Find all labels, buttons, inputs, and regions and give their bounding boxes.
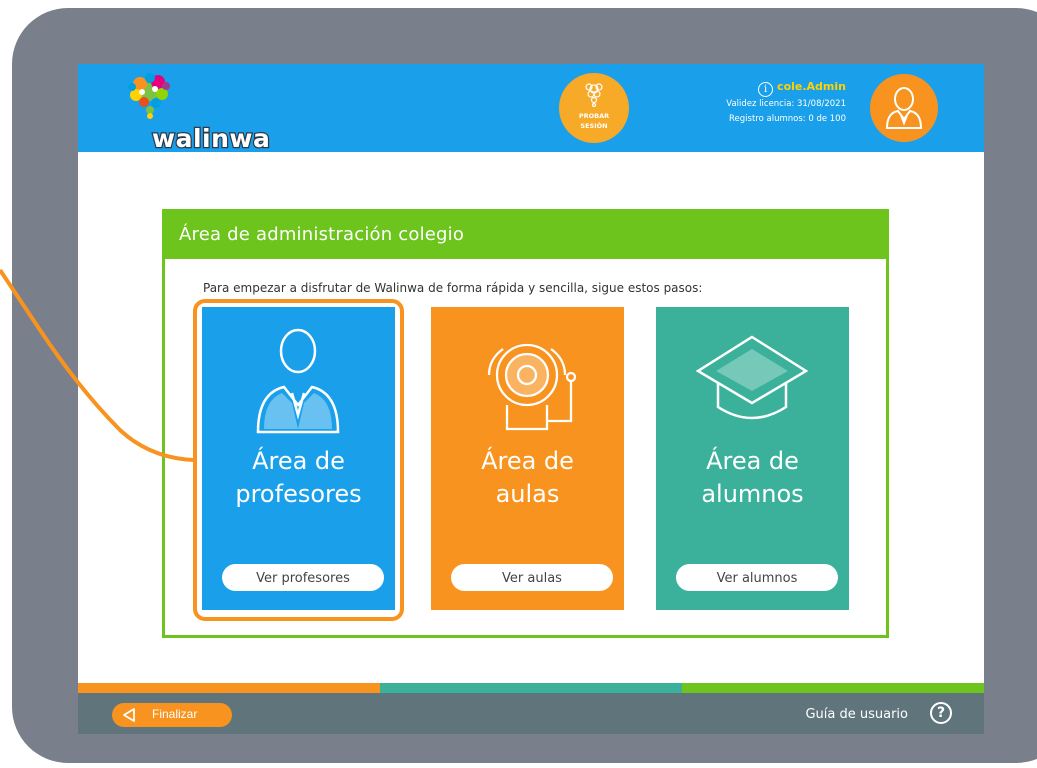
teachers-highlight-frame	[193, 299, 404, 621]
highlight-cable	[0, 268, 195, 462]
